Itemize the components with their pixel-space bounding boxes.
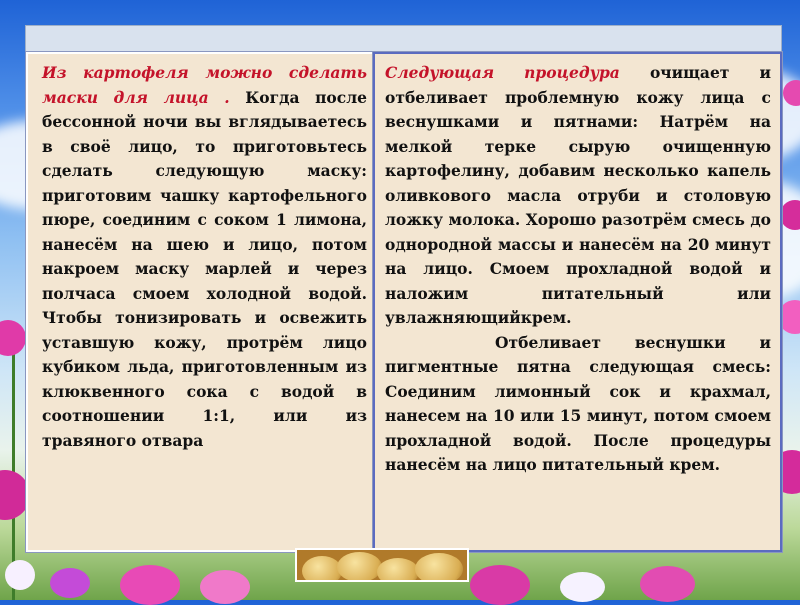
left-paragraph: Из картофеля можно сделать маски для лиц…	[42, 61, 367, 453]
right-body-text-2: Отбеливает веснушки и пигментные пятна с…	[385, 332, 771, 475]
right-body-text: очищает и отбеливает проблемную кожу лиц…	[385, 63, 771, 327]
potatoes-image	[295, 548, 469, 582]
right-paragraph: Следующая процедура очищает и отбеливает…	[385, 61, 771, 478]
header-bar	[25, 25, 782, 53]
left-body-text: Когда после бессонной ночи вы вглядывает…	[42, 87, 367, 450]
right-heading-phrase: Следующая процедура	[385, 63, 620, 82]
